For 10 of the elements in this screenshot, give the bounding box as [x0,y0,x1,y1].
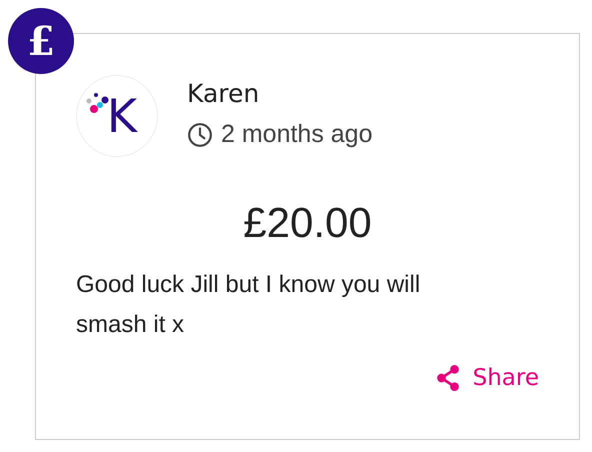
dots-icon [86,92,110,116]
time-ago: 2 months ago [221,120,372,149]
share-link[interactable]: Share [434,363,539,393]
donation-message: Good luck Jill but I know you will smash it x [76,270,422,340]
avatar-letter: K [106,89,138,143]
clock-icon [187,122,213,148]
pound-badge: £ [8,8,74,74]
donation-amount: £20.00 [242,199,373,247]
donor-name: Karen [187,79,260,108]
share-icon [434,363,461,393]
